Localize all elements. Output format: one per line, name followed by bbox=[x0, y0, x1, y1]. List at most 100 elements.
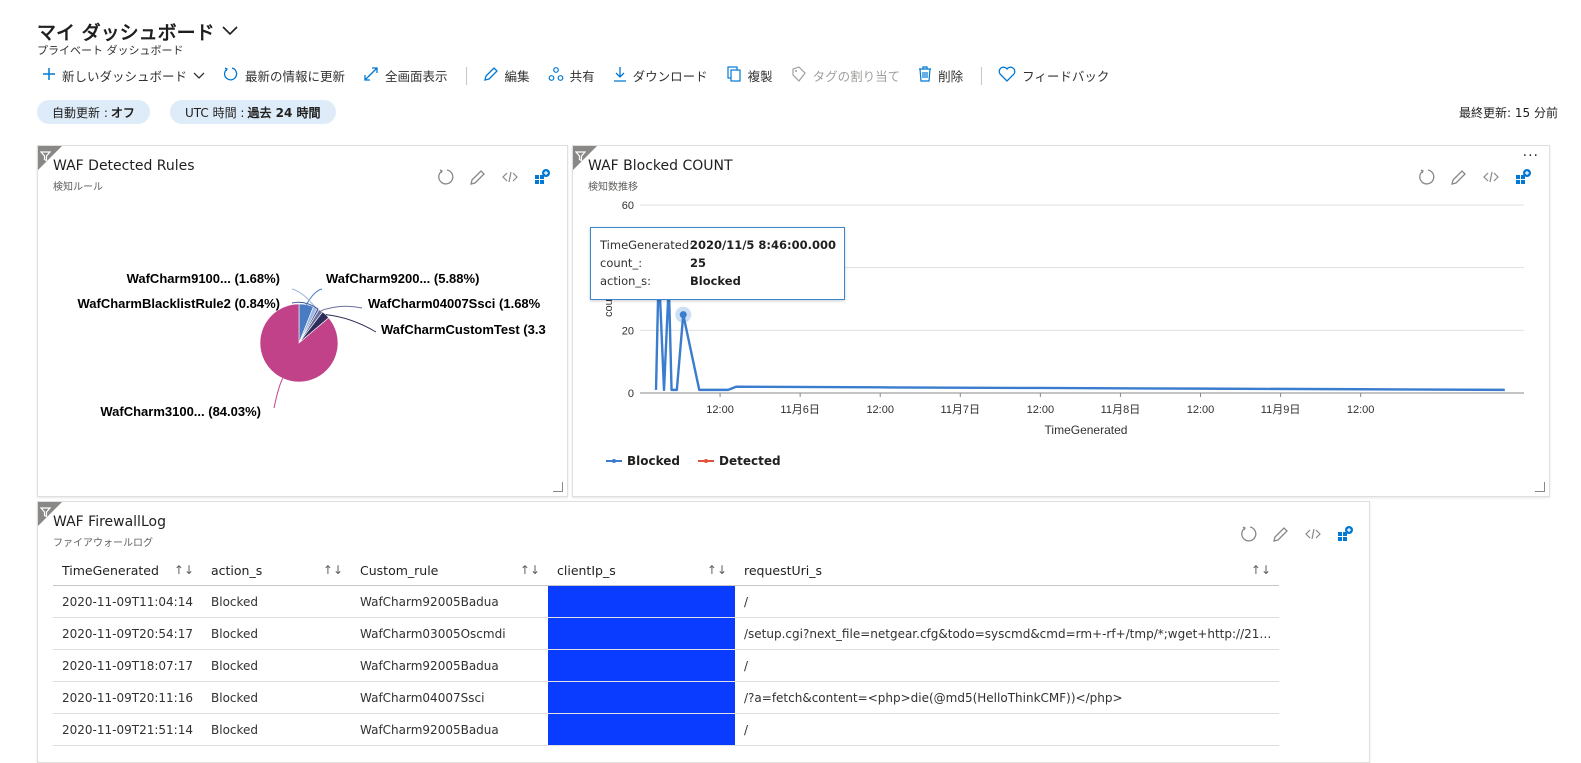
sort-icon[interactable]: ↑↓ bbox=[323, 563, 343, 577]
pie-slice-label: WafCharm9100... (1.68%) bbox=[127, 271, 280, 286]
refresh-icon bbox=[223, 66, 239, 85]
delete-button[interactable]: 削除 bbox=[918, 66, 963, 85]
redacted-cell bbox=[548, 713, 735, 746]
legend-item-blocked[interactable]: Blocked bbox=[606, 454, 680, 468]
legend-label: Blocked bbox=[627, 454, 681, 468]
auto-refresh-filter[interactable]: 自動更新 : オフ bbox=[37, 100, 150, 124]
tooltip-value: Blocked bbox=[690, 274, 741, 288]
fullscreen-label: 全画面表示 bbox=[385, 69, 448, 84]
pie-chart: WafCharm9200... (5.88%) WafCharm9100... (… bbox=[77, 271, 546, 419]
clone-button[interactable]: 複製 bbox=[726, 66, 773, 85]
y-axis-label: cou bbox=[603, 299, 615, 317]
table-cell: /setup.cgi?next_file=netgear.cfg&todo=sy… bbox=[735, 617, 1279, 650]
x-axis-label: TimeGenerated bbox=[1045, 423, 1128, 437]
pie-slice-label: WafCharm3100... (84.03%) bbox=[100, 404, 261, 419]
sort-icon[interactable]: ↑↓ bbox=[520, 563, 540, 577]
resize-handle[interactable] bbox=[553, 482, 563, 492]
column-header[interactable]: clientIp_s ↑↓ bbox=[548, 555, 735, 586]
pie-slice-label: WafCharmBlacklistRule2 (0.84%) bbox=[77, 296, 280, 311]
chart-legend: Blocked Detected bbox=[606, 454, 781, 468]
new-dashboard-button[interactable]: 新しいダッシュボード bbox=[42, 66, 205, 85]
column-header-label: clientIp_s bbox=[557, 562, 616, 578]
x-tick-label: 12:00 bbox=[1187, 404, 1215, 416]
time-range-filter[interactable]: UTC 時間 : 過去 24 時間 bbox=[170, 100, 336, 124]
last-updated: 最終更新: 15 分前 bbox=[1459, 106, 1558, 120]
table-cell: WafCharm92005Badua bbox=[351, 649, 548, 682]
line-chart: 0 20 60 12:00 11月6日 12:00 11月7日 12:00 11月8日 12:0… bbox=[603, 200, 1524, 437]
table-cell: Blocked bbox=[202, 617, 351, 650]
x-tick-label: 11月7日 bbox=[941, 404, 981, 416]
code-icon[interactable] bbox=[1304, 525, 1322, 547]
pie-leader-line bbox=[273, 378, 284, 409]
pencil-icon[interactable] bbox=[1272, 525, 1290, 547]
funnel-icon bbox=[39, 503, 52, 522]
pie-slice-label: WafCharmCustomTest (3.3 bbox=[381, 322, 546, 337]
toolbar-divider bbox=[465, 66, 467, 85]
table-cell: WafCharm03005Oscmdi bbox=[351, 617, 548, 650]
redacted-cell bbox=[548, 617, 735, 650]
download-button[interactable]: ダウンロード bbox=[613, 66, 708, 85]
tooltip-key: count_: bbox=[600, 256, 643, 270]
table-cell: Blocked bbox=[202, 649, 351, 682]
assign-tags-button[interactable]: タグの割り当て bbox=[791, 66, 901, 85]
table-cell: /?a=fetch&content=<php>die(@md5(HelloThi… bbox=[735, 681, 1279, 714]
sort-icon[interactable]: ↑↓ bbox=[707, 563, 727, 577]
tooltip-value: 25 bbox=[690, 256, 707, 270]
sort-icon[interactable]: ↑↓ bbox=[174, 563, 194, 577]
refresh-button[interactable]: 最新の情報に更新 bbox=[223, 66, 345, 85]
y-tick-label: 0 bbox=[628, 388, 634, 400]
table-cell: 2020-11-09T20:54:17 bbox=[53, 617, 202, 650]
share-button[interactable]: 共有 bbox=[548, 66, 595, 85]
feedback-button[interactable]: フィードバック bbox=[998, 66, 1109, 85]
x-tick-label: 12:00 bbox=[1027, 404, 1055, 416]
legend-item-detected[interactable]: Detected bbox=[698, 454, 781, 468]
table-row[interactable]: 2020-11-09T18:07:17 Blocked WafCharm92005B… bbox=[53, 649, 1279, 682]
fullscreen-button[interactable]: 全画面表示 bbox=[363, 66, 448, 85]
assign-tags-label: タグの割り当て bbox=[812, 69, 901, 84]
table-row[interactable]: 2020-11-09T21:51:14 Blocked WafCharm92005B… bbox=[53, 713, 1279, 746]
redacted-cell bbox=[548, 649, 735, 682]
column-header[interactable]: action_s ↑↓ bbox=[202, 555, 351, 586]
table-row[interactable]: 2020-11-09T20:54:17 Blocked WafCharm03005O… bbox=[53, 617, 1279, 650]
tooltip-value: 2020/11/5 8:46:00.000 bbox=[690, 238, 836, 252]
download-icon bbox=[613, 66, 627, 85]
copy-icon bbox=[726, 66, 742, 85]
plus-icon bbox=[42, 67, 56, 84]
download-label: ダウンロード bbox=[632, 69, 708, 84]
x-tick-label: 12:00 bbox=[706, 404, 734, 416]
edit-button[interactable]: 編集 bbox=[483, 66, 530, 85]
chart-tooltip: TimeGenerated: 2020/11/5 8:46:00.000 coun… bbox=[590, 227, 845, 300]
hover-point[interactable] bbox=[679, 311, 687, 319]
x-tick-label: 12:00 bbox=[1347, 404, 1375, 416]
tile-actions bbox=[1240, 525, 1354, 547]
toolbar: 新しいダッシュボード 最新の情報に更新 全画面表示 編集 共有 ダウンロード 複… bbox=[42, 66, 1127, 85]
table-row[interactable]: 2020-11-09T11:04:14 Blocked WafCharm92005B… bbox=[53, 585, 1279, 618]
tile-subtitle: ファイアウォールログ bbox=[53, 538, 153, 549]
time-range-label: UTC 時間 : bbox=[185, 105, 245, 120]
auto-refresh-label: 自動更新 : bbox=[52, 105, 108, 120]
tile-waf-detected-rules[interactable]: WAF Detected Rules 検知ルール WafCharm9200...… bbox=[37, 145, 568, 497]
time-range-value: 過去 24 時間 bbox=[247, 105, 321, 120]
table-cell: 2020-11-09T18:07:17 bbox=[53, 649, 202, 682]
new-dashboard-label: 新しいダッシュボード bbox=[62, 69, 188, 84]
table-cell: WafCharm04007Ssci bbox=[351, 681, 548, 714]
y-tick-label: 20 bbox=[622, 325, 634, 337]
dashboard-title-row[interactable]: マイ ダッシュボード bbox=[37, 18, 239, 45]
toolbar-divider bbox=[981, 66, 983, 85]
sort-icon[interactable]: ↑↓ bbox=[1251, 563, 1271, 577]
table-cell: / bbox=[735, 649, 1279, 682]
column-header[interactable]: Custom_rule ↑↓ bbox=[351, 555, 548, 586]
pie-leader-line bbox=[320, 305, 363, 312]
pin-to-dashboard-icon[interactable] bbox=[1336, 525, 1354, 547]
column-header[interactable]: TimeGenerated ↑↓ bbox=[53, 555, 202, 586]
table-cell: 2020-11-09T11:04:14 bbox=[53, 585, 202, 618]
chevron-down-icon bbox=[193, 68, 205, 83]
x-tick-label: 11月9日 bbox=[1261, 404, 1301, 416]
table-cell: Blocked bbox=[202, 713, 351, 746]
refresh-icon[interactable] bbox=[1240, 525, 1258, 547]
table-row[interactable]: 2020-11-09T20:11:16 Blocked WafCharm04007S… bbox=[53, 681, 1279, 714]
share-label: 共有 bbox=[569, 69, 595, 84]
chevron-down-icon[interactable] bbox=[221, 22, 239, 41]
column-header[interactable]: requestUri_s ↑↓ bbox=[735, 555, 1279, 586]
page-subtitle: プライベート ダッシュボード bbox=[37, 44, 184, 57]
